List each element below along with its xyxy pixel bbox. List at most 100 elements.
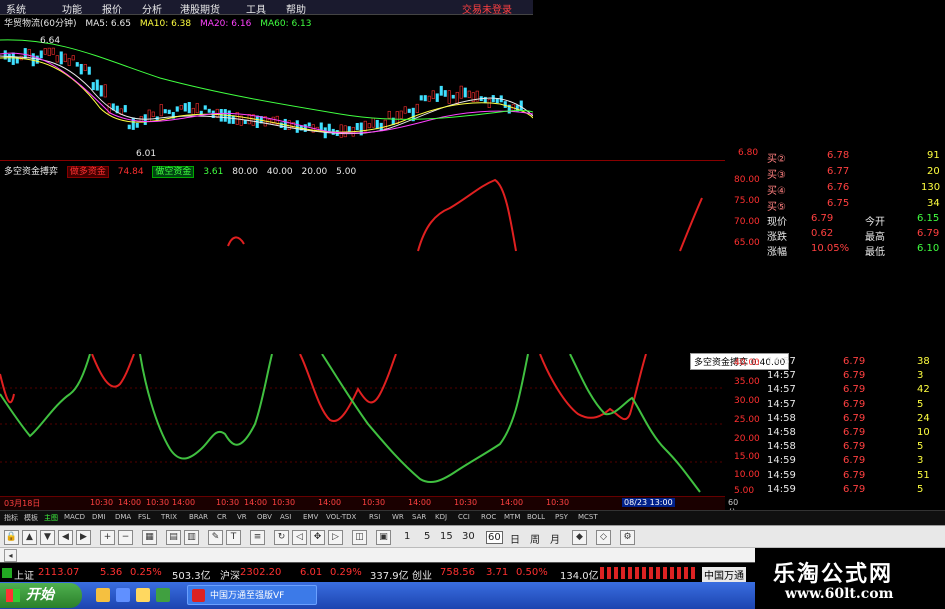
kline-title-bar: 华贸物流(60分钟) MA5: 6.65 MA10: 6.38 MA20: 6.…	[4, 16, 318, 29]
period-week[interactable]: 周	[530, 531, 540, 546]
next-icon[interactable]: ▷	[328, 530, 343, 545]
broker-name: 中国万通	[702, 567, 746, 582]
tab-5[interactable]: DMA	[115, 513, 131, 521]
kline-chart[interactable]: 6.64 6.01	[0, 28, 533, 158]
period-15min[interactable]: 15	[440, 531, 453, 542]
tab-6[interactable]: FSL	[138, 513, 150, 521]
period-day[interactable]: 日	[510, 531, 520, 546]
tab-7[interactable]: TRIX	[161, 513, 177, 521]
zoom-out-icon[interactable]: −	[118, 530, 133, 545]
app-icon	[192, 589, 205, 602]
tab-24[interactable]: MCST	[578, 513, 598, 521]
lock-icon[interactable]: 🔒	[4, 530, 19, 545]
menu-tools[interactable]: 工具	[246, 1, 266, 16]
period-60min[interactable]: 60	[486, 531, 503, 544]
list-icon[interactable]: ≡	[250, 530, 265, 545]
start-button[interactable]: 开始	[0, 583, 82, 608]
indicator-chart-top[interactable]	[0, 176, 725, 256]
time-axis: 03月18日 10:30 14:00 10:30 14:00 10:30 14:…	[0, 496, 738, 528]
menu-bar: 系统 功能 报价 分析 港股期货 工具 帮助 交易未登录	[0, 0, 533, 16]
market-icon	[2, 568, 12, 578]
axis-bot-15: 15.00	[734, 452, 760, 462]
axis-top-80: 80.00	[734, 175, 760, 185]
axis-top-65: 65.00	[734, 238, 760, 248]
menu-help[interactable]: 帮助	[286, 1, 306, 16]
tab-0[interactable]: 指标	[4, 513, 18, 523]
sz-index-name: 沪深	[220, 571, 240, 582]
axis-bot-5: 5.00	[734, 486, 755, 496]
move-icon[interactable]: ✥	[310, 530, 325, 545]
expand-icon[interactable]: ◂	[4, 549, 17, 562]
axis-bot-35: 35.00	[734, 377, 760, 387]
tab-9[interactable]: CR	[217, 513, 227, 521]
tab-12[interactable]: ASI	[280, 513, 291, 521]
bar-chart-icon[interactable]: ▥	[184, 530, 199, 545]
tab-2[interactable]: 主图	[44, 513, 58, 523]
tab-23[interactable]: PSY	[555, 513, 568, 521]
high-mark: 6.64	[40, 36, 60, 46]
more-periods-icon[interactable]: ◆	[572, 530, 587, 545]
quicklaunch-app-icon[interactable]	[136, 588, 150, 602]
quicklaunch-browser-icon[interactable]	[116, 588, 130, 602]
draw-icon[interactable]: ✎	[208, 530, 223, 545]
sz-index-pct: 0.29%	[330, 567, 362, 578]
time-start: 03月18日	[4, 499, 41, 508]
market-ticker[interactable]: 上证 2113.07 5.36 0.25% 503.3亿 沪深 2302.20 …	[0, 562, 755, 583]
sz-index-value: 2302.20	[240, 567, 282, 578]
grid-icon[interactable]: ▦	[142, 530, 157, 545]
arrow-down-icon[interactable]: ▼	[40, 530, 55, 545]
tab-18[interactable]: KDJ	[435, 513, 447, 521]
trade-login-status[interactable]: 交易未登录	[462, 1, 512, 16]
prev-icon[interactable]: ◁	[292, 530, 307, 545]
tab-4[interactable]: DMI	[92, 513, 106, 521]
tab-21[interactable]: MTM	[504, 513, 520, 521]
settings-icon[interactable]: ⚙	[620, 530, 635, 545]
period-5min[interactable]: 5	[424, 531, 430, 542]
tab-1[interactable]: 模板	[24, 513, 38, 523]
watermark-title: 乐淘公式网	[773, 562, 894, 587]
taskbar-window-button[interactable]: 中国万通至强版VF	[187, 585, 317, 605]
tab-13[interactable]: EMV	[303, 513, 318, 521]
window-icon[interactable]: ▣	[376, 530, 391, 545]
tab-11[interactable]: OBV	[257, 513, 272, 521]
menu-analysis[interactable]: 分析	[142, 1, 162, 16]
tab-16[interactable]: WR	[392, 513, 404, 521]
refresh-icon[interactable]: ↻	[274, 530, 289, 545]
time-cursor: 08/23 13:00	[622, 498, 675, 507]
layout-icon[interactable]: ◫	[352, 530, 367, 545]
tool-icon[interactable]: ◇	[596, 530, 611, 545]
indicator-chart-bottom[interactable]	[0, 354, 725, 496]
taskbar: 开始 中国万通至强版VF	[0, 582, 755, 609]
watermark-url: www.60lt.com	[785, 586, 894, 602]
sh-index-value: 2113.07	[38, 567, 80, 578]
tab-15[interactable]: RSI	[369, 513, 380, 521]
arrow-left-icon[interactable]: ◀	[58, 530, 73, 545]
period-1min[interactable]: 1	[404, 531, 410, 542]
sz-index-amount: 337.9亿	[370, 571, 409, 582]
tab-10[interactable]: VR	[237, 513, 247, 521]
quicklaunch-desktop-icon[interactable]	[156, 588, 170, 602]
tab-8[interactable]: BRAR	[189, 513, 208, 521]
tab-19[interactable]: CCI	[458, 513, 470, 521]
menu-system[interactable]: 系统	[6, 1, 26, 16]
quicklaunch-folder-icon[interactable]	[96, 588, 110, 602]
chart-icon[interactable]: ▤	[166, 530, 181, 545]
sh-index-amount: 503.3亿	[172, 571, 211, 582]
menu-quote[interactable]: 报价	[102, 1, 122, 16]
menu-hk-futures[interactable]: 港股期货	[180, 1, 220, 16]
zoom-in-icon[interactable]: +	[100, 530, 115, 545]
menu-function[interactable]: 功能	[62, 1, 82, 16]
tab-20[interactable]: ROC	[481, 513, 496, 521]
cy-index-change: 3.71	[486, 567, 509, 578]
axis-bot-10: 10.00	[734, 470, 760, 480]
tab-3[interactable]: MACD	[64, 513, 85, 521]
arrow-right-icon[interactable]: ▶	[76, 530, 91, 545]
tab-17[interactable]: SAR	[412, 513, 426, 521]
period-month[interactable]: 月	[550, 531, 560, 546]
tab-22[interactable]: BOLL	[527, 513, 545, 521]
arrow-up-icon[interactable]: ▲	[22, 530, 37, 545]
period-30min[interactable]: 30	[462, 531, 475, 542]
tab-14[interactable]: VOL-TDX	[326, 513, 356, 521]
text-icon[interactable]: T	[226, 530, 241, 545]
axis-top-70: 70.00	[734, 217, 760, 227]
